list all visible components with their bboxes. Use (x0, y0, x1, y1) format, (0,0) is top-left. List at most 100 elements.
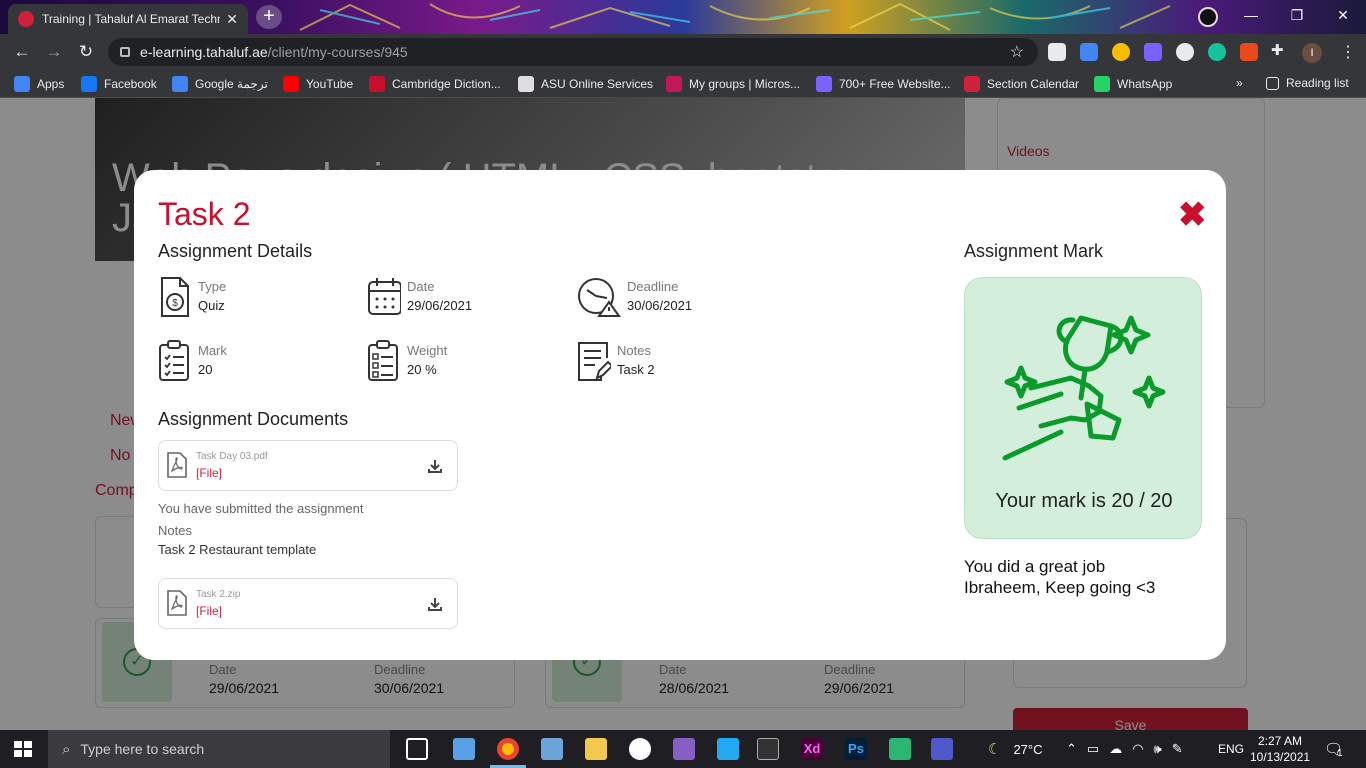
tab-close-icon[interactable]: ✕ (226, 11, 238, 28)
clock-time: 2:27 AM (1257, 734, 1303, 748)
bookmark-star-icon[interactable]: ☆ (1010, 42, 1024, 62)
reading-list-button[interactable]: Reading list (1266, 76, 1349, 90)
back-arrow-icon[interactable]: ← (10, 40, 34, 64)
whatsapp-icon (1094, 76, 1110, 92)
detail-label: Notes (617, 343, 651, 358)
bookmark-apps[interactable]: Apps (14, 76, 64, 92)
task-view-icon[interactable] (406, 738, 428, 760)
bookmark-label: Cambridge Diction... (392, 77, 501, 91)
forward-arrow-icon[interactable]: → (42, 40, 66, 64)
search-icon: ⌕ (62, 740, 71, 758)
bookmark-label: WhatsApp (1117, 77, 1173, 91)
chrome-icon[interactable] (497, 738, 519, 760)
visual-studio-icon[interactable] (673, 738, 695, 760)
reload-icon[interactable]: ↻ (74, 40, 98, 64)
download-icon[interactable] (428, 459, 442, 473)
tab-title: Training | Tahaluf Al Emarat Techn (42, 12, 221, 26)
assignment-documents-heading: Assignment Documents (158, 409, 349, 429)
extension-colorzilla-icon[interactable] (1144, 43, 1162, 61)
document-name: Task Day 03.pdf (196, 451, 268, 462)
maximize-button[interactable]: ❐ (1274, 0, 1320, 30)
calendar-icon (368, 278, 401, 315)
system-clock[interactable]: 2:27 AM 10/13/2021 (1250, 733, 1310, 765)
close-icon[interactable]: ✖ (1178, 198, 1207, 232)
new-tab-button[interactable]: + (256, 5, 282, 29)
volume-icon[interactable]: 🕪 (1154, 741, 1162, 757)
browser-tab-active[interactable]: Training | Tahaluf Al Emarat Techn ✕ (8, 4, 248, 34)
bookmark-cambridge[interactable]: Cambridge Diction... (369, 76, 501, 92)
profile-indicator-icon[interactable] (1198, 7, 1218, 27)
battery-icon[interactable]: ▭ (1087, 741, 1099, 757)
colorlib-icon (816, 76, 832, 92)
word-app-icon[interactable] (629, 738, 651, 760)
pc-app-icon[interactable] (453, 738, 475, 760)
assignment-details-heading: Assignment Details (158, 241, 313, 261)
deadline-clock-icon (578, 278, 621, 317)
detail-label: Date (407, 279, 435, 294)
pen-icon[interactable]: ✎ (1172, 741, 1183, 757)
notification-center[interactable]: 🗨 1 (1324, 730, 1343, 768)
cloud-icon[interactable]: ☁ (1109, 741, 1122, 757)
extension-circle-icon[interactable] (1176, 43, 1194, 61)
weather-widget[interactable]: ☾ 27°C (988, 730, 1043, 768)
chevron-up-icon[interactable]: ⌃ (1066, 741, 1077, 757)
mark-feedback-message: You did a great job Ibraheem, Keep going… (964, 556, 1204, 598)
submitted-status-text: You have submitted the assignment (158, 501, 364, 516)
document-item[interactable]: Task 2.zip [File] (158, 578, 458, 629)
download-icon[interactable] (428, 597, 442, 611)
browser-menu-icon[interactable]: ⋮ (1340, 42, 1356, 62)
bookmark-youtube[interactable]: YouTube (283, 76, 353, 92)
extension-notes-icon[interactable] (1048, 43, 1066, 61)
weight-list-icon (368, 340, 398, 381)
submission-notes-label: Notes (158, 523, 192, 538)
bookmark-colorlib[interactable]: 700+ Free Website... (816, 76, 951, 92)
lock-icon (120, 47, 130, 57)
bookmark-facebook[interactable]: Facebook (81, 76, 157, 92)
document-type-icon: $ (161, 277, 189, 317)
bookmark-label: YouTube (306, 77, 354, 91)
bookmark-google-translate[interactable]: Google ترجمة (172, 76, 268, 92)
extension-translate-icon[interactable] (1080, 43, 1098, 61)
photoshop-icon[interactable]: Ps (845, 738, 867, 760)
document-item[interactable]: Task Day 03.pdf [File] (158, 440, 458, 491)
bookmark-label: Google ترجمة (195, 77, 268, 91)
assignment-mark-heading: Assignment Mark (964, 241, 1104, 261)
snipping-tool-icon[interactable] (889, 738, 911, 760)
temperature: 27°C (1013, 741, 1043, 757)
close-window-button[interactable]: ✕ (1320, 0, 1366, 30)
extension-grammarly-icon[interactable] (1208, 43, 1226, 61)
bookmark-asu[interactable]: ASU Online Services (518, 76, 653, 92)
document-type[interactable]: [File] (196, 466, 222, 480)
windows-start-icon[interactable] (14, 741, 32, 757)
adobe-xd-icon[interactable]: Xd (801, 738, 823, 760)
tahaluf-favicon-icon (18, 11, 34, 27)
language-indicator[interactable]: ENG (1218, 730, 1244, 768)
bookmark-whatsapp[interactable]: WhatsApp (1094, 76, 1172, 92)
detail-value: 29/06/2021 (407, 298, 473, 313)
wifi-icon[interactable]: ◠ (1132, 741, 1143, 757)
extensions-puzzle-icon[interactable]: ✚ (1271, 41, 1289, 59)
detail-value: Task 2 (617, 362, 655, 377)
search-placeholder: Type here to search (80, 741, 205, 757)
url-host: e-learning.tahaluf.ae (140, 44, 268, 60)
teams-icon[interactable] (931, 738, 953, 760)
bookmarks-overflow-button[interactable]: » (1236, 76, 1243, 90)
address-bar[interactable]: e-learning.tahaluf.ae/client/my-courses/… (108, 38, 1038, 66)
bookmark-my-groups[interactable]: My groups | Micros... (666, 76, 800, 92)
minimize-button[interactable]: — (1228, 0, 1274, 30)
mark-card: Your mark is 20 / 20 (964, 277, 1202, 539)
bookmark-label: Facebook (104, 77, 157, 91)
bookmark-section-calendar[interactable]: Section Calendar (964, 76, 1079, 92)
asu-icon (518, 76, 534, 92)
vscode-icon[interactable] (717, 738, 739, 760)
profile-avatar[interactable]: I (1302, 43, 1322, 63)
terminal-icon[interactable] (757, 738, 779, 760)
document-type[interactable]: [File] (196, 604, 222, 618)
extension-pencil-icon[interactable] (1112, 43, 1130, 61)
taskbar-search-box[interactable]: ⌕ Type here to search (48, 730, 390, 768)
system-tray[interactable]: ⌃ ▭ ☁ ◠ 🕪 ✎ (1066, 730, 1183, 768)
file-explorer-icon[interactable] (585, 738, 607, 760)
extension-whatfont-icon[interactable] (1240, 43, 1258, 61)
detail-label: Weight (407, 343, 448, 358)
app-icon[interactable] (541, 738, 563, 760)
